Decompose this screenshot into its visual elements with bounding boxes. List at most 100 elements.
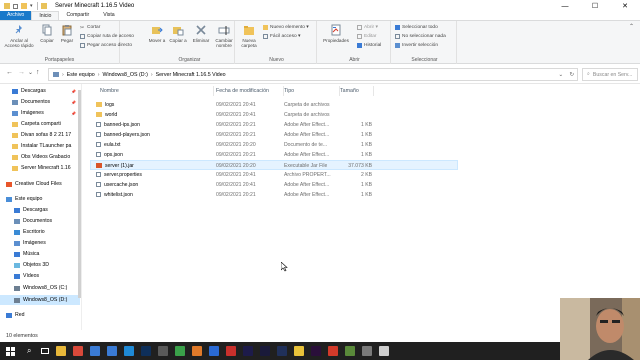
- tab-archivo[interactable]: Archivo: [0, 11, 32, 20]
- pin-quick-access-button[interactable]: Anclar al Acceso rápido: [4, 24, 34, 48]
- select-all-button[interactable]: Seleccionar todo: [395, 25, 438, 30]
- recent-locations-button[interactable]: ⌄: [28, 69, 33, 76]
- tab-inicio[interactable]: Inicio: [31, 11, 60, 20]
- file-row[interactable]: server.properties 09/02/2021 20:41 Archi…: [90, 170, 458, 180]
- chrome-icon[interactable]: [73, 346, 84, 356]
- app-gray2-icon[interactable]: [362, 346, 373, 356]
- app-orange-icon[interactable]: [192, 346, 203, 356]
- move-to-button[interactable]: Mover a: [147, 24, 167, 43]
- file-row[interactable]: banned-ips.json 09/02/2021 20:21 Adobe A…: [90, 120, 458, 130]
- nav-item[interactable]: Este equipo: [0, 194, 80, 204]
- tab-vista[interactable]: Vista: [96, 11, 121, 20]
- mail-icon[interactable]: [107, 346, 118, 356]
- new-folder-button[interactable]: Nueva carpeta: [239, 24, 259, 48]
- nav-item-selected[interactable]: Windows8_OS (D:): [0, 295, 80, 305]
- app-blue-icon[interactable]: [209, 346, 220, 356]
- minecraft-icon[interactable]: [345, 346, 356, 356]
- copy-to-button[interactable]: Copiar a: [168, 24, 188, 43]
- file-explorer-icon[interactable]: [56, 346, 67, 356]
- task-view-icon[interactable]: [41, 348, 50, 354]
- column-header-type[interactable]: Tipo: [284, 86, 340, 96]
- select-none-button[interactable]: No seleccionar nada: [395, 34, 446, 39]
- easy-access-button[interactable]: Fácil acceso ▾: [263, 34, 300, 39]
- search-icon[interactable]: ⌕: [27, 346, 31, 356]
- close-button[interactable]: ✕: [610, 0, 640, 12]
- nav-item[interactable]: Descargas: [0, 205, 80, 215]
- nav-item[interactable]: Red: [0, 310, 80, 320]
- breadcrumb-drive[interactable]: Windows8_OS (D:): [103, 72, 148, 78]
- column-header-name[interactable]: Nombre: [100, 86, 214, 96]
- maximize-button[interactable]: ☐: [580, 0, 610, 12]
- file-row[interactable]: logs 09/02/2021 20:41 Carpeta de archivo…: [90, 100, 458, 110]
- photoshop-icon[interactable]: [141, 346, 152, 356]
- file-row[interactable]: whitelist.json 09/02/2021 20:21 Adobe Af…: [90, 190, 458, 200]
- app-white-icon[interactable]: [379, 346, 390, 356]
- folder-icon[interactable]: [4, 3, 10, 9]
- paste-shortcut-button[interactable]: Pegar acceso directo: [80, 43, 132, 48]
- refresh-icon[interactable]: ↻: [570, 72, 574, 78]
- column-header-size[interactable]: Tamaño: [340, 86, 374, 96]
- paste-button[interactable]: Pegar: [58, 24, 76, 43]
- acrobat-icon[interactable]: [226, 346, 237, 356]
- up-button[interactable]: ↑: [36, 69, 40, 76]
- file-row[interactable]: world 09/02/2021 20:41 Carpeta de archiv…: [90, 110, 458, 120]
- search-box[interactable]: ⌕ Buscar en Serv...: [582, 68, 638, 81]
- nav-item[interactable]: Escritorio: [0, 227, 80, 237]
- app-red-icon[interactable]: [328, 346, 339, 356]
- address-dropdown-icon[interactable]: ⌄: [559, 72, 563, 78]
- file-row[interactable]: banned-players.json 09/02/2021 20:21 Ado…: [90, 130, 458, 140]
- ribbon-collapse-icon[interactable]: ⌃: [629, 23, 634, 30]
- media-encoder-icon[interactable]: [260, 346, 271, 356]
- app-green-icon[interactable]: [175, 346, 186, 356]
- open-button[interactable]: Abrir ▾: [357, 25, 378, 30]
- premiere-icon[interactable]: [311, 346, 322, 356]
- app-darkblue-icon[interactable]: [277, 346, 288, 356]
- nav-item[interactable]: Instalar TLauncher pa: [0, 141, 80, 151]
- nav-item[interactable]: Imágenes: [0, 238, 80, 248]
- nav-item[interactable]: Vídeos: [0, 271, 80, 281]
- nav-item[interactable]: Carpeta comparti: [0, 119, 80, 129]
- nav-item[interactable]: Windows8_OS (C:): [0, 283, 80, 293]
- store-icon[interactable]: [90, 346, 101, 356]
- nav-item[interactable]: Server Minecraft 1.16: [0, 163, 80, 173]
- pin-icon[interactable]: 📌: [71, 100, 76, 105]
- invert-selection-button[interactable]: Invertir selección: [395, 43, 438, 48]
- properties-button[interactable]: Propiedades: [321, 24, 351, 43]
- copy-path-button[interactable]: Copiar ruta de acceso: [80, 34, 134, 39]
- edge-icon[interactable]: [124, 346, 135, 356]
- column-header-date[interactable]: Fecha de modificación: [216, 86, 284, 96]
- file-row[interactable]: ops.json 09/02/2021 20:21 Adobe After Ef…: [90, 150, 458, 160]
- nav-item[interactable]: Música: [0, 249, 80, 259]
- windows-start-icon[interactable]: [6, 346, 15, 356]
- minimize-button[interactable]: —: [550, 0, 580, 12]
- pin-icon[interactable]: 📌: [71, 111, 76, 116]
- app-gray-icon[interactable]: [158, 346, 169, 356]
- tab-compartir[interactable]: Compartir: [59, 11, 96, 20]
- breadcrumb-folder[interactable]: Server Minecraft 1.16.5 Video: [156, 72, 226, 78]
- nav-item[interactable]: Objetos 3D: [0, 260, 80, 270]
- back-button[interactable]: ←: [6, 69, 13, 76]
- forward-button[interactable]: →: [18, 69, 25, 76]
- nav-item[interactable]: Descargas 📌: [0, 86, 80, 96]
- breadcrumb-este-equipo[interactable]: Este equipo: [67, 72, 95, 78]
- new-item-button[interactable]: Nuevo elemento ▾: [263, 25, 309, 30]
- history-button[interactable]: Historial: [357, 43, 381, 48]
- app-yellow-icon[interactable]: [294, 346, 305, 356]
- cut-button[interactable]: ✂ Cortar: [80, 25, 100, 31]
- copy-button[interactable]: Copiar: [38, 24, 56, 43]
- edit-button[interactable]: Editar: [357, 34, 377, 39]
- nav-item[interactable]: Documentos: [0, 216, 80, 226]
- nav-item[interactable]: Obs Videos Grabacio: [0, 152, 80, 162]
- nav-item[interactable]: Creative Cloud Files: [0, 179, 80, 189]
- nav-scrollbar[interactable]: [78, 90, 81, 298]
- address-field[interactable]: › Este equipo › Windows8_OS (D:) › Serve…: [48, 68, 578, 81]
- after-effects-icon[interactable]: [243, 346, 254, 356]
- new-folder-icon[interactable]: [21, 3, 27, 9]
- properties-icon[interactable]: [13, 3, 18, 9]
- nav-item[interactable]: Documentos 📌: [0, 97, 80, 107]
- file-row[interactable]: usercache.json 09/02/2021 20:41 Adobe Af…: [90, 180, 458, 190]
- file-row[interactable]: eula.txt 09/02/2021 20:20 Documento de t…: [90, 140, 458, 150]
- nav-item[interactable]: Divan sofas 8 2 21 17: [0, 130, 80, 140]
- rename-button[interactable]: Cambiar nombre: [213, 24, 235, 48]
- pin-icon[interactable]: 📌: [71, 89, 76, 94]
